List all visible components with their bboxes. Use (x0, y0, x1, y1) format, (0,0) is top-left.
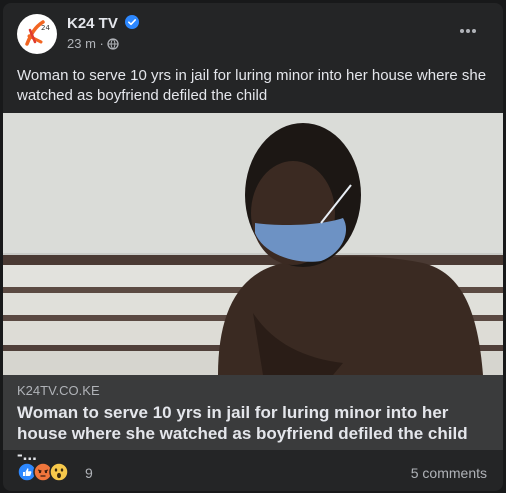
page-avatar[interactable]: 24 (17, 14, 57, 54)
comments-count[interactable]: 5 comments (411, 465, 487, 481)
post-footer: 9 5 comments (3, 450, 503, 491)
verified-badge-icon (125, 15, 139, 29)
page-name[interactable]: K24 TV (67, 15, 118, 32)
post-meta: 23 m · (67, 36, 104, 51)
reactions-summary[interactable] (17, 462, 77, 482)
post-card: 24 K24 TV 23 m · Woman to serve 10 yrs i… (3, 3, 503, 491)
post-time[interactable]: 23 m (67, 36, 96, 51)
wow-reaction-icon (49, 462, 69, 482)
post-text: Woman to serve 10 yrs in jail for luring… (17, 67, 487, 104)
more-options-icon[interactable] (453, 19, 483, 43)
k24-logo-icon: 24 (25, 20, 50, 46)
link-domain: K24TV.CO.KE (17, 383, 100, 398)
reaction-count[interactable]: 9 (85, 465, 93, 481)
link-preview-image[interactable] (3, 113, 503, 375)
post-header: 24 K24 TV 23 m · (3, 3, 503, 61)
meta-separator: · (99, 36, 104, 51)
globe-icon[interactable] (107, 38, 119, 50)
svg-text:24: 24 (41, 24, 50, 32)
link-preview-info[interactable]: K24TV.CO.KE Woman to serve 10 yrs in jai… (3, 375, 503, 464)
